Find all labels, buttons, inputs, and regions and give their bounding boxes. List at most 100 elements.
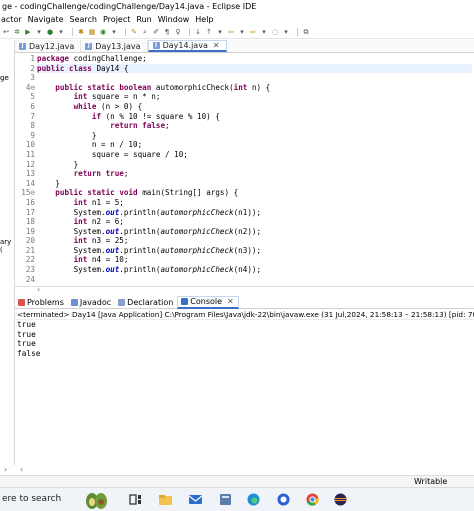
menu-project[interactable]: Project bbox=[103, 13, 130, 26]
code-line[interactable]: int n4 = 10; bbox=[37, 255, 472, 265]
coverage-icon[interactable]: ● bbox=[46, 28, 54, 36]
code-line[interactable]: } bbox=[37, 160, 472, 170]
code-line[interactable]: System.out.println(automorphicCheck(n2))… bbox=[37, 227, 472, 237]
new-class-icon[interactable]: ◉ bbox=[99, 28, 107, 36]
close-icon[interactable]: ✕ bbox=[213, 41, 220, 50]
eclipse-ide-icon[interactable] bbox=[333, 492, 348, 507]
annotation-icon[interactable]: ♀ bbox=[174, 28, 182, 36]
code-line[interactable]: package codingChallenge; bbox=[37, 54, 472, 64]
tab-day14-java[interactable]: J Day14.java ✕ bbox=[147, 40, 227, 52]
window-title: ge - codingChallenge/codingChallenge/Day… bbox=[0, 0, 474, 13]
line-number: 13 bbox=[25, 169, 35, 179]
tab-label: Problems bbox=[27, 297, 64, 307]
code-line[interactable]: return false; bbox=[37, 121, 472, 131]
explorer-fragment-label: ary ( bbox=[0, 238, 12, 254]
external-tools-icon[interactable]: ✱ bbox=[77, 28, 85, 36]
mail-icon[interactable] bbox=[188, 492, 203, 507]
back-icon[interactable]: ↩ bbox=[2, 28, 10, 36]
menu-search[interactable]: Search bbox=[70, 13, 97, 26]
line-number: 6 bbox=[30, 101, 35, 111]
close-icon[interactable]: ✕ bbox=[227, 297, 234, 306]
line-number: 21 bbox=[25, 245, 35, 255]
scroll-left-icon[interactable]: ‹ bbox=[37, 285, 40, 294]
code-line[interactable]: int n3 = 25; bbox=[37, 236, 472, 246]
pin-icon[interactable]: ¶ bbox=[163, 28, 171, 36]
code-editor[interactable]: 1 2 3 4⊖ 5 6 7 8 9 10 11 12 13 14 15⊖ 16… bbox=[15, 54, 474, 286]
tab-day13-java[interactable]: J Day13.java bbox=[81, 40, 148, 52]
line-number: 10 bbox=[25, 140, 35, 150]
editor-horizontal-scrollbar[interactable]: ‹ bbox=[15, 285, 474, 294]
dropdown-icon[interactable]: ▾ bbox=[110, 28, 118, 36]
source-code[interactable]: package codingChallenge; public class Day… bbox=[37, 54, 472, 286]
code-line[interactable]: if (n % 10 != square % 10) { bbox=[37, 112, 472, 122]
tab-day12-java[interactable]: J Day12.java bbox=[15, 40, 82, 52]
app-ring-icon[interactable] bbox=[276, 492, 291, 507]
taskbar-search[interactable]: ere to search bbox=[2, 494, 61, 504]
problems-icon bbox=[18, 298, 25, 306]
code-line[interactable]: int square = n * n; bbox=[37, 92, 472, 102]
dropdown-icon[interactable]: ▾ bbox=[260, 28, 268, 36]
console-output[interactable]: true true true false bbox=[17, 320, 467, 358]
chevron-right-icon[interactable]: › bbox=[4, 465, 7, 474]
code-line[interactable]: } bbox=[37, 179, 472, 189]
code-line[interactable]: System.out.println(automorphicCheck(n3))… bbox=[37, 246, 472, 256]
menu-help[interactable]: Help bbox=[195, 13, 213, 26]
menu-run[interactable]: Run bbox=[136, 13, 151, 26]
code-line[interactable]: int n1 = 5; bbox=[37, 198, 472, 208]
dropdown-icon[interactable]: ▾ bbox=[35, 28, 43, 36]
code-line[interactable]: return true; bbox=[37, 169, 472, 179]
dropdown-icon[interactable]: ▾ bbox=[282, 28, 290, 36]
menu-window[interactable]: Window bbox=[158, 13, 190, 26]
tab-declaration[interactable]: Declaration bbox=[115, 296, 177, 309]
menu-refactor[interactable]: actor bbox=[1, 13, 22, 26]
calculator-icon[interactable] bbox=[218, 492, 233, 507]
next-annotation-icon[interactable]: ↓ bbox=[194, 28, 202, 36]
dropdown-icon[interactable]: ▾ bbox=[57, 28, 65, 36]
code-line[interactable]: } bbox=[37, 131, 472, 141]
code-line[interactable]: n = n / 10; bbox=[37, 140, 472, 150]
code-line[interactable]: square = square / 10; bbox=[37, 150, 472, 160]
code-line[interactable]: System.out.println(automorphicCheck(n4))… bbox=[37, 265, 472, 275]
tab-javadoc[interactable]: Javadoc bbox=[68, 296, 115, 309]
chrome-browser-icon[interactable] bbox=[305, 492, 320, 507]
toolbar-separator bbox=[189, 28, 190, 36]
tab-problems[interactable]: Problems bbox=[15, 296, 68, 309]
open-perspective-icon[interactable]: ⧉ bbox=[302, 28, 310, 36]
code-line[interactable]: int n2 = 6; bbox=[37, 217, 472, 227]
console-process-info: <terminated> Day14 [Java Application] C:… bbox=[15, 310, 474, 320]
java-file-icon: J bbox=[152, 42, 160, 49]
code-line[interactable]: System.out.println(automorphicCheck(n1))… bbox=[37, 208, 472, 218]
code-line[interactable]: public class Day14 { bbox=[37, 63, 472, 74]
line-number: 11 bbox=[25, 149, 35, 159]
code-line[interactable]: public static void main(String[] args) { bbox=[37, 188, 472, 198]
menu-bar: actor Navigate Search Project Run Window… bbox=[0, 13, 474, 26]
task-view-icon[interactable] bbox=[128, 492, 143, 507]
code-line[interactable]: public static boolean automorphicCheck(i… bbox=[37, 83, 472, 93]
search-icon[interactable]: ⌕ bbox=[141, 28, 149, 36]
tab-label: Day12.java bbox=[29, 41, 75, 51]
avocado-widget-icon[interactable] bbox=[84, 490, 110, 510]
file-explorer-icon[interactable] bbox=[158, 492, 173, 507]
chevron-left-icon[interactable]: ‹ bbox=[20, 465, 23, 474]
edge-browser-icon[interactable] bbox=[246, 492, 261, 507]
code-line[interactable] bbox=[37, 73, 472, 83]
console-line: true bbox=[17, 329, 36, 339]
tab-console[interactable]: Console ✕ bbox=[177, 295, 239, 309]
new-package-icon[interactable]: ▦ bbox=[88, 28, 96, 36]
open-type-icon[interactable]: ✎ bbox=[130, 28, 138, 36]
bottom-panel-tabs: Problems Javadoc Declaration Console ✕ bbox=[15, 295, 474, 309]
toggle-mark-icon[interactable]: ✐ bbox=[152, 28, 160, 36]
dropdown-icon[interactable]: ▾ bbox=[216, 28, 224, 36]
back-nav-icon[interactable]: ⇦ bbox=[227, 28, 235, 36]
prev-annotation-icon[interactable]: ↑ bbox=[205, 28, 213, 36]
forward-nav-icon[interactable]: ⇨ bbox=[249, 28, 257, 36]
menu-navigate[interactable]: Navigate bbox=[28, 13, 64, 26]
run-icon[interactable]: ▶ bbox=[24, 28, 32, 36]
code-line[interactable]: while (n > 0) { bbox=[37, 102, 472, 112]
debug-icon[interactable]: ✲ bbox=[13, 28, 21, 36]
code-line[interactable] bbox=[37, 275, 472, 285]
tab-label: Declaration bbox=[127, 297, 174, 307]
dropdown-icon[interactable]: ▾ bbox=[238, 28, 246, 36]
pin-editor-icon[interactable]: ◌ bbox=[271, 28, 279, 36]
tab-label: Day13.java bbox=[95, 41, 141, 51]
